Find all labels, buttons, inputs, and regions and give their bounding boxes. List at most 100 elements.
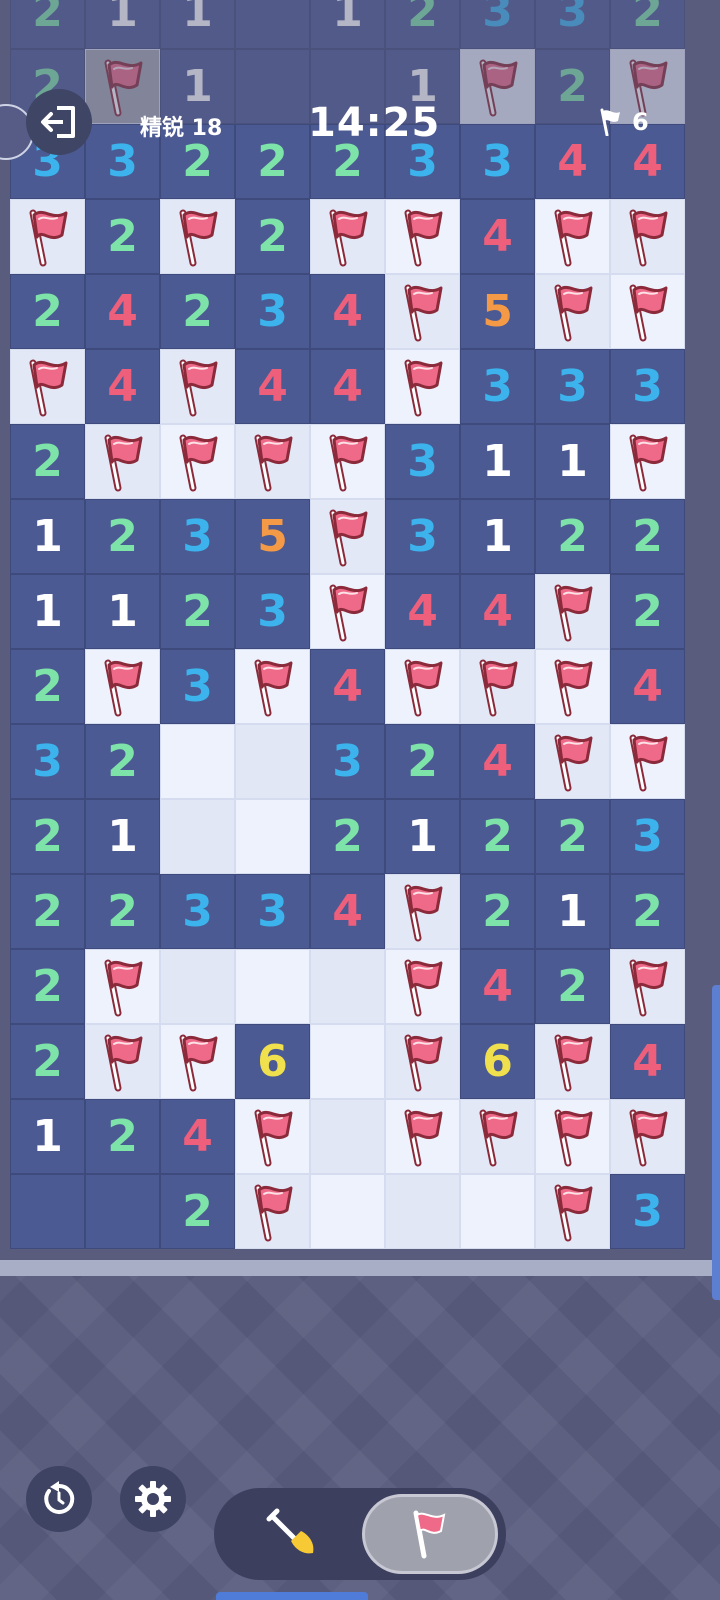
flag-mode-button[interactable] <box>362 1494 498 1574</box>
number-cell[interactable]: 3 <box>535 349 610 424</box>
number-cell[interactable]: 4 <box>310 349 385 424</box>
number-cell[interactable]: 5 <box>235 499 310 574</box>
number-cell[interactable]: 3 <box>610 799 685 874</box>
number-cell[interactable]: 4 <box>160 1099 235 1174</box>
number-cell[interactable]: 2 <box>535 949 610 1024</box>
flagged-cell[interactable] <box>610 424 685 499</box>
exit-button[interactable] <box>26 89 92 155</box>
flagged-cell[interactable] <box>310 574 385 649</box>
flagged-cell[interactable] <box>385 1099 460 1174</box>
flagged-cell[interactable] <box>310 499 385 574</box>
number-cell[interactable]: 1 <box>85 0 160 49</box>
number-cell[interactable]: 2 <box>460 874 535 949</box>
number-cell[interactable]: 2 <box>235 199 310 274</box>
number-cell[interactable]: 3 <box>160 874 235 949</box>
flagged-cell[interactable] <box>535 1024 610 1099</box>
flagged-cell[interactable] <box>460 49 535 124</box>
settings-button[interactable] <box>120 1466 186 1532</box>
flagged-cell[interactable] <box>610 199 685 274</box>
flagged-cell[interactable] <box>460 649 535 724</box>
revealed-empty-cell[interactable] <box>235 799 310 874</box>
number-cell[interactable]: 3 <box>460 124 535 199</box>
board-cell[interactable] <box>235 0 310 49</box>
restart-button[interactable] <box>26 1466 92 1532</box>
number-cell[interactable]: 2 <box>10 949 85 1024</box>
flagged-cell[interactable] <box>235 649 310 724</box>
number-cell[interactable]: 2 <box>10 649 85 724</box>
number-cell[interactable]: 2 <box>310 799 385 874</box>
number-cell[interactable]: 4 <box>85 274 160 349</box>
number-cell[interactable]: 3 <box>10 724 85 799</box>
flagged-cell[interactable] <box>535 274 610 349</box>
number-cell[interactable]: 2 <box>85 199 160 274</box>
number-cell[interactable]: 1 <box>460 499 535 574</box>
number-cell[interactable]: 1 <box>160 0 235 49</box>
flagged-cell[interactable] <box>535 199 610 274</box>
number-cell[interactable]: 1 <box>310 0 385 49</box>
dig-mode-button[interactable] <box>228 1496 356 1572</box>
number-cell[interactable]: 3 <box>385 424 460 499</box>
flagged-cell[interactable] <box>610 274 685 349</box>
flagged-cell[interactable] <box>385 199 460 274</box>
number-cell[interactable]: 2 <box>85 724 160 799</box>
revealed-empty-cell[interactable] <box>235 949 310 1024</box>
number-cell[interactable]: 3 <box>610 349 685 424</box>
number-cell[interactable]: 2 <box>10 874 85 949</box>
flagged-cell[interactable] <box>385 349 460 424</box>
number-cell[interactable]: 2 <box>85 1099 160 1174</box>
number-cell[interactable]: 3 <box>610 1174 685 1249</box>
revealed-empty-cell[interactable] <box>460 1174 535 1249</box>
number-cell[interactable]: 4 <box>460 199 535 274</box>
flagged-cell[interactable] <box>385 874 460 949</box>
number-cell[interactable]: 2 <box>460 799 535 874</box>
number-cell[interactable]: 2 <box>10 274 85 349</box>
flagged-cell[interactable] <box>10 199 85 274</box>
number-cell[interactable]: 2 <box>85 874 160 949</box>
number-cell[interactable]: 2 <box>610 574 685 649</box>
number-cell[interactable]: 2 <box>385 724 460 799</box>
number-cell[interactable]: 1 <box>10 574 85 649</box>
number-cell[interactable]: 4 <box>310 274 385 349</box>
number-cell[interactable]: 2 <box>160 574 235 649</box>
number-cell[interactable]: 3 <box>535 0 610 49</box>
revealed-empty-cell[interactable] <box>310 1024 385 1099</box>
number-cell[interactable]: 2 <box>10 1024 85 1099</box>
number-cell[interactable]: 5 <box>460 274 535 349</box>
flagged-cell[interactable] <box>85 649 160 724</box>
flagged-cell[interactable] <box>160 349 235 424</box>
flagged-cell[interactable] <box>160 199 235 274</box>
flagged-cell[interactable] <box>160 1024 235 1099</box>
flagged-cell[interactable] <box>310 424 385 499</box>
number-cell[interactable]: 2 <box>385 0 460 49</box>
number-cell[interactable]: 4 <box>385 574 460 649</box>
revealed-empty-cell[interactable] <box>310 1174 385 1249</box>
flagged-cell[interactable] <box>310 199 385 274</box>
flagged-cell[interactable] <box>460 1099 535 1174</box>
number-cell[interactable]: 3 <box>310 724 385 799</box>
flagged-cell[interactable] <box>85 424 160 499</box>
number-cell[interactable]: 1 <box>85 574 160 649</box>
number-cell[interactable]: 2 <box>160 274 235 349</box>
flagged-cell[interactable] <box>85 949 160 1024</box>
number-cell[interactable]: 1 <box>535 874 610 949</box>
number-cell[interactable]: 4 <box>235 349 310 424</box>
number-cell[interactable]: 2 <box>10 799 85 874</box>
number-cell[interactable]: 4 <box>460 574 535 649</box>
number-cell[interactable]: 1 <box>10 1099 85 1174</box>
number-cell[interactable]: 4 <box>85 349 160 424</box>
number-cell[interactable]: 2 <box>535 799 610 874</box>
number-cell[interactable]: 6 <box>460 1024 535 1099</box>
number-cell[interactable]: 3 <box>235 274 310 349</box>
revealed-empty-cell[interactable] <box>385 1174 460 1249</box>
number-cell[interactable]: 2 <box>10 0 85 49</box>
flagged-cell[interactable] <box>385 1024 460 1099</box>
number-cell[interactable]: 4 <box>610 649 685 724</box>
flagged-cell[interactable] <box>535 1099 610 1174</box>
number-cell[interactable]: 2 <box>610 499 685 574</box>
number-cell[interactable]: 4 <box>460 949 535 1024</box>
revealed-empty-cell[interactable] <box>310 1099 385 1174</box>
flagged-cell[interactable] <box>610 724 685 799</box>
number-cell[interactable]: 2 <box>85 499 160 574</box>
number-cell[interactable]: 2 <box>610 0 685 49</box>
flagged-cell[interactable] <box>235 1099 310 1174</box>
